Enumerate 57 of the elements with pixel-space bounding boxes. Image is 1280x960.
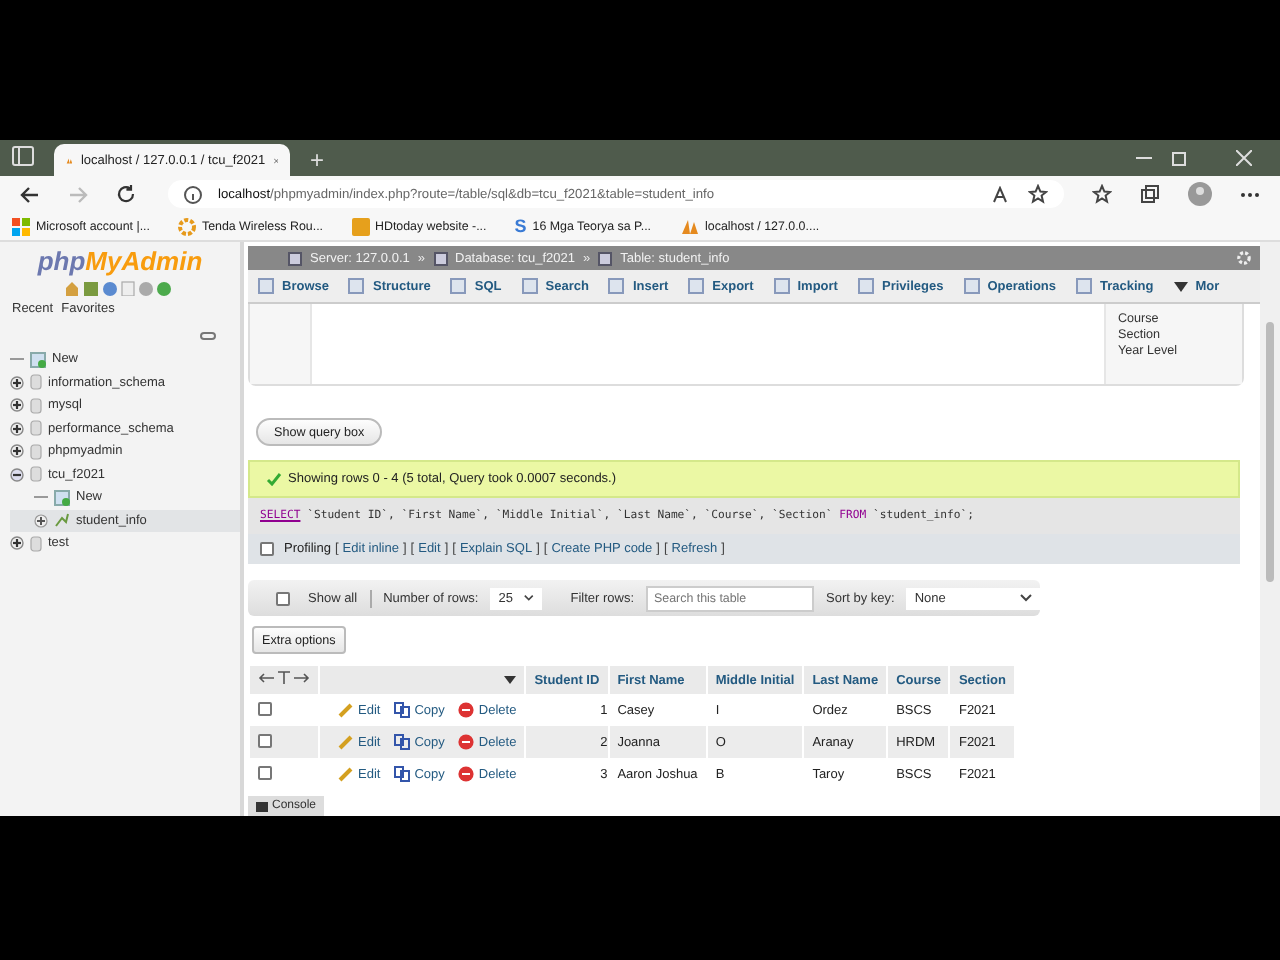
caret-icon	[1173, 281, 1188, 291]
tab-icon	[773, 278, 790, 294]
delete-icon	[458, 734, 475, 750]
gear-icon	[177, 217, 196, 235]
collections-icon[interactable]	[1140, 184, 1160, 204]
tab-icon	[258, 278, 274, 294]
profile-avatar-icon[interactable]	[1188, 182, 1212, 206]
new-item-icon	[54, 489, 70, 506]
new-item-icon	[30, 351, 46, 368]
s-logo-icon: S	[514, 216, 527, 236]
tab-icon	[688, 278, 705, 294]
toolbar-icons-drawing[interactable]	[64, 280, 176, 296]
checkbox[interactable]	[258, 765, 272, 779]
more-icon[interactable]	[1240, 191, 1260, 197]
checkbox[interactable]	[258, 733, 272, 747]
back-arrow-icon[interactable]	[20, 185, 40, 203]
tab-icon	[521, 278, 538, 294]
console-icon	[256, 801, 268, 811]
info-icon	[184, 185, 202, 203]
favorites-icon[interactable]	[1092, 184, 1112, 204]
expand-icon[interactable]	[10, 444, 24, 459]
delete-icon	[458, 766, 475, 782]
checkbox[interactable]	[260, 542, 274, 556]
collapse-icon[interactable]	[10, 467, 24, 482]
sort-caret-icon[interactable]	[504, 675, 517, 683]
phpmyadmin-logo[interactable]: phpMyAdmin	[37, 248, 203, 276]
tab-actions-icon[interactable]	[12, 146, 34, 166]
settings-icon[interactable]	[1236, 250, 1252, 266]
hd-logo-icon	[351, 217, 370, 235]
column-resize-arrows-icon[interactable]	[258, 670, 310, 686]
close-icon[interactable]	[1236, 150, 1252, 166]
chevron-down-icon	[524, 594, 535, 602]
tab-icon	[450, 278, 467, 294]
tab-icon	[963, 278, 980, 294]
new-tab-button[interactable]: +	[310, 144, 325, 176]
reload-icon[interactable]	[116, 184, 136, 204]
chevron-down-icon	[1020, 594, 1032, 602]
expand-icon[interactable]	[10, 375, 24, 390]
expand-icon[interactable]	[10, 536, 24, 551]
tab-icon	[348, 278, 365, 294]
expand-icon[interactable]	[10, 421, 24, 436]
checkbox[interactable]	[276, 591, 290, 605]
restore-icon[interactable]	[1172, 150, 1188, 166]
read-aloud-icon[interactable]	[992, 185, 1012, 203]
tab-icon	[857, 278, 874, 294]
expand-icon[interactable]	[10, 398, 24, 413]
four-squares-icon	[12, 217, 30, 235]
tab-icon	[1076, 278, 1093, 294]
checkmark-icon	[266, 472, 282, 486]
tab-icon	[608, 278, 625, 294]
star-plus-icon[interactable]	[1028, 184, 1048, 204]
sail-logo-icon	[679, 217, 700, 235]
delete-icon	[458, 702, 475, 718]
link-chain-icon[interactable]	[200, 332, 216, 340]
checkbox[interactable]	[258, 701, 272, 715]
scrollbar[interactable]	[1260, 242, 1280, 816]
expand-icon[interactable]	[34, 513, 48, 528]
